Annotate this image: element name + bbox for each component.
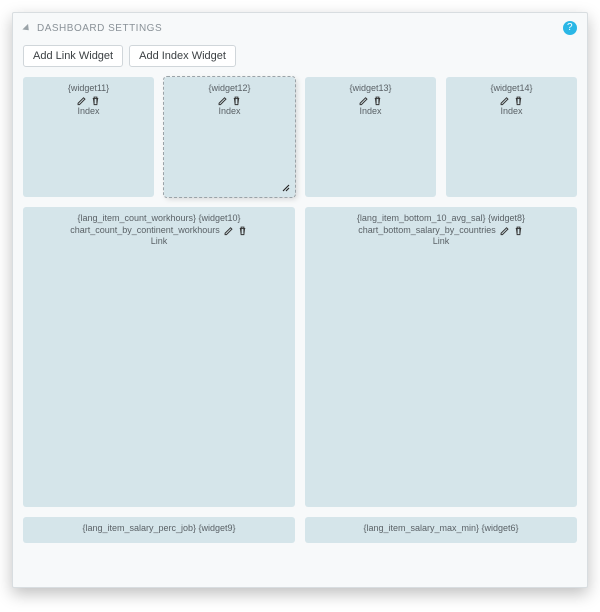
widget-name: {widget11} [68, 83, 109, 95]
widget-small-12[interactable]: {widget12} Index [164, 77, 295, 197]
dashboard-settings-window: DASHBOARD SETTINGS ? Add Link Widget Add… [12, 12, 588, 588]
edit-icon[interactable] [217, 95, 228, 106]
edit-icon[interactable] [499, 225, 510, 236]
widget-name: {widget14} [490, 83, 532, 95]
add-index-widget-button[interactable]: Add Index Widget [129, 45, 236, 67]
widget-name: {widget12} [208, 83, 250, 95]
resize-handle-icon[interactable] [280, 182, 292, 194]
widget-type: Link [433, 236, 450, 246]
widget-title: {lang_item_salary_perc_job} {widget9} [82, 523, 235, 535]
widget-name: {widget13} [349, 83, 391, 95]
delete-icon[interactable] [372, 95, 383, 106]
widget-row-small: {widget11} Index {widget12} Index {widge… [23, 77, 577, 197]
widget-title-line1: {lang_item_bottom_10_avg_sal} {widget8} [357, 213, 525, 225]
edit-icon[interactable] [358, 95, 369, 106]
toolbar: Add Link Widget Add Index Widget [13, 41, 587, 77]
edit-icon[interactable] [499, 95, 510, 106]
widget-type: Index [500, 106, 522, 116]
widget-type: Link [151, 236, 168, 246]
widget-stub-9[interactable]: {lang_item_salary_perc_job} {widget9} [23, 517, 295, 543]
collapse-caret-icon[interactable] [22, 23, 31, 32]
edit-icon[interactable] [223, 225, 234, 236]
widget-title-line2: chart_count_by_continent_workhours [70, 225, 220, 237]
widget-large-10[interactable]: {lang_item_count_workhours} {widget10} c… [23, 207, 295, 507]
widget-type: Index [359, 106, 381, 116]
section-header: DASHBOARD SETTINGS ? [13, 13, 587, 41]
delete-icon[interactable] [237, 225, 248, 236]
widget-title-line2: chart_bottom_salary_by_countries [358, 225, 496, 237]
delete-icon[interactable] [513, 95, 524, 106]
widget-small-13[interactable]: {widget13} Index [305, 77, 436, 197]
section-title: DASHBOARD SETTINGS [37, 23, 162, 34]
add-link-widget-button[interactable]: Add Link Widget [23, 45, 123, 67]
widget-title-line1: {lang_item_count_workhours} {widget10} [77, 213, 240, 225]
delete-icon[interactable] [231, 95, 242, 106]
widget-small-14[interactable]: {widget14} Index [446, 77, 577, 197]
widget-row-stub: {lang_item_salary_perc_job} {widget9} {l… [23, 517, 577, 543]
widget-row-large: {lang_item_count_workhours} {widget10} c… [23, 207, 577, 507]
help-icon[interactable]: ? [563, 21, 577, 35]
widget-type: Index [77, 106, 99, 116]
widget-type: Index [218, 106, 240, 116]
delete-icon[interactable] [513, 225, 524, 236]
widget-small-11[interactable]: {widget11} Index [23, 77, 154, 197]
widget-title: {lang_item_salary_max_min} {widget6} [363, 523, 518, 535]
edit-icon[interactable] [76, 95, 87, 106]
widget-stub-6[interactable]: {lang_item_salary_max_min} {widget6} [305, 517, 577, 543]
delete-icon[interactable] [90, 95, 101, 106]
widget-large-8[interactable]: {lang_item_bottom_10_avg_sal} {widget8} … [305, 207, 577, 507]
widget-grid: {widget11} Index {widget12} Index {widge… [13, 77, 587, 563]
